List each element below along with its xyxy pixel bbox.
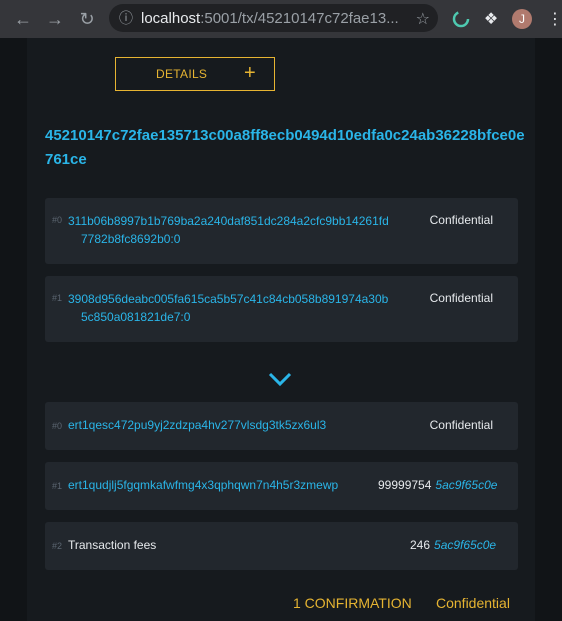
- output-index: #0: [52, 421, 63, 431]
- extension-icon[interactable]: [450, 8, 472, 30]
- output-index: #1: [52, 481, 63, 491]
- address-bar[interactable]: ⓘ localhost:5001/tx/45210147c72fae13... …: [109, 4, 438, 32]
- reload-icon[interactable]: ↻: [76, 8, 98, 30]
- bookmark-star-icon[interactable]: ☆: [416, 9, 430, 29]
- input-value: Confidential: [429, 291, 493, 305]
- transaction-id: 45210147c72fae135713c00a8ff8ecb0494d10ed…: [45, 127, 525, 168]
- avatar[interactable]: J: [511, 8, 533, 30]
- asset-link[interactable]: 5ac9f65c0e: [434, 538, 496, 552]
- input-index: #0: [52, 215, 63, 225]
- input-row: #0 311b06b8997b1b769ba2a240daf851dc284a2…: [45, 198, 518, 264]
- plus-icon: +: [244, 62, 256, 84]
- output-address-link[interactable]: ert1qesc472pu9yj2zdzpa4hv277vlsdg3tk5zx6…: [68, 416, 326, 434]
- back-icon[interactable]: ←: [12, 8, 34, 30]
- url-text: localhost:5001/tx/45210147c72fae13...: [141, 9, 399, 27]
- fee-amount: 246 5ac9f65c0e: [410, 538, 497, 552]
- input-txid-link[interactable]: 3908d956deabc005fa615ca5b57c41c84cb058b8…: [68, 290, 388, 326]
- output-row: #1 ert1qudjlj5fgqmkafwfmg4x3qphqwn7n4h5r…: [45, 462, 518, 510]
- forward-icon[interactable]: →: [44, 8, 66, 30]
- browser-toolbar: ← → ↻ ⓘ localhost:5001/tx/45210147c72fae…: [0, 0, 562, 38]
- output-address-link[interactable]: ert1qudjlj5fgqmkafwfmg4x3qphqwn7n4h5r3zm…: [68, 476, 338, 494]
- output-amount: 99999754 5ac9f65c0e: [378, 478, 498, 492]
- input-index: #1: [52, 293, 63, 303]
- output-row: #2 Transaction fees 246 5ac9f65c0e: [45, 522, 518, 570]
- confirmations-count: 1 CONFIRMATION: [293, 595, 412, 611]
- output-index: #2: [52, 541, 63, 551]
- details-button[interactable]: DETAILS +: [115, 57, 275, 91]
- info-icon: ⓘ: [119, 10, 133, 26]
- fee-label: Transaction fees: [68, 538, 157, 552]
- input-row: #1 3908d956deabc005fa615ca5b57c41c84cb05…: [45, 276, 518, 342]
- chevron-down-icon: [268, 372, 292, 387]
- input-txid-link[interactable]: 311b06b8997b1b769ba2a240daf851dc284a2cfc…: [68, 212, 389, 248]
- confidential-status: Confidential: [436, 595, 510, 611]
- puzzle-icon[interactable]: ❖: [480, 8, 502, 30]
- menu-icon[interactable]: ⋮: [544, 8, 562, 30]
- output-value: Confidential: [429, 418, 493, 432]
- output-row: #0 ert1qesc472pu9yj2zdzpa4hv277vlsdg3tk5…: [45, 402, 518, 450]
- input-value: Confidential: [429, 213, 493, 227]
- asset-link[interactable]: 5ac9f65c0e: [435, 478, 497, 492]
